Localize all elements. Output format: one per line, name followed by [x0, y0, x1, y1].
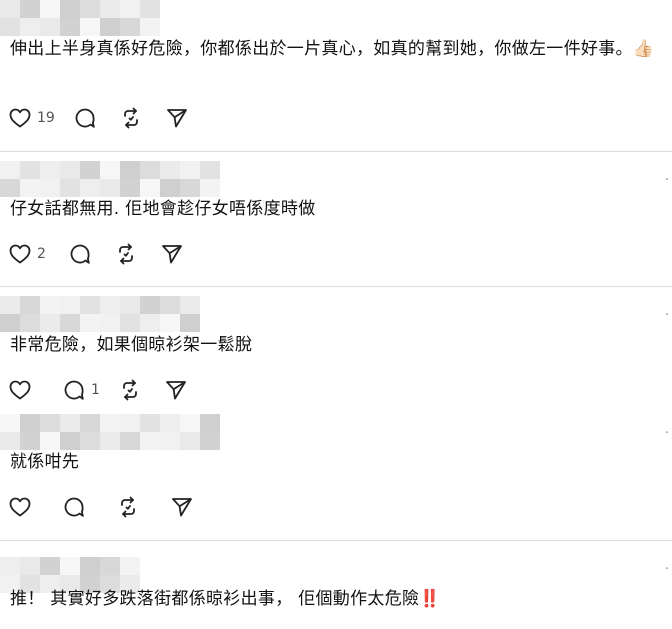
- like-button[interactable]: [8, 494, 32, 520]
- repost-button[interactable]: [119, 105, 143, 131]
- heart-icon: [8, 242, 32, 266]
- vertical-dots-icon[interactable]: ·: [664, 427, 670, 440]
- speech-bubble-icon: [73, 106, 97, 130]
- like-count: 19: [37, 110, 55, 126]
- repost-icon: [114, 242, 138, 266]
- comment-1: 伸出上半身真係好危險，你都係出於一片真心，如真的幫到她，你做左一件好事。👍🏻 1…: [0, 0, 672, 151]
- comment-text: 非常危險，如果個晾衫架一鬆脫: [10, 335, 253, 355]
- thumbs-up-emoji: 👍🏻: [632, 39, 655, 59]
- comment-3: · 非常危險，如果個晾衫架一鬆脫 1: [0, 286, 672, 410]
- like-button[interactable]: 19: [8, 105, 55, 131]
- like-count: 2: [37, 246, 46, 262]
- share-button[interactable]: [164, 377, 188, 403]
- comment-text: 推！ 其實好多跌落街都係晾衫出事， 佢個動作太危險‼️: [10, 589, 441, 609]
- comment-text: 仔女話都無用. 佢地會趁仔女唔係度時做: [10, 199, 316, 219]
- repost-button[interactable]: [116, 494, 140, 520]
- speech-bubble-icon: [68, 242, 92, 266]
- share-button[interactable]: [170, 494, 194, 520]
- reply-button[interactable]: [73, 105, 97, 131]
- repost-icon: [116, 495, 140, 519]
- username-blurred: [0, 296, 200, 332]
- vertical-dots-icon[interactable]: ·: [664, 563, 670, 576]
- speech-bubble-icon: [62, 495, 86, 519]
- vertical-dots-icon[interactable]: ·: [664, 174, 670, 187]
- reply-button[interactable]: [62, 494, 86, 520]
- repost-icon: [119, 106, 143, 130]
- repost-button[interactable]: [114, 241, 138, 267]
- comment-text: 就係咁先: [10, 452, 80, 472]
- share-button[interactable]: [165, 105, 189, 131]
- like-button[interactable]: [8, 377, 32, 403]
- send-icon: [165, 106, 189, 130]
- comment-4: · 就係咁先: [0, 409, 672, 540]
- share-button[interactable]: [160, 241, 184, 267]
- repost-button[interactable]: [118, 377, 142, 403]
- speech-bubble-icon: [62, 378, 86, 402]
- heart-icon: [8, 378, 32, 402]
- comment-text: 伸出上半身真係好危險，你都係出於一片真心，如真的幫到她，你做左一件好事。👍🏻: [10, 39, 655, 59]
- heart-icon: [8, 495, 32, 519]
- comment-actions: 2: [8, 241, 184, 267]
- username-blurred: [0, 161, 220, 197]
- repost-icon: [118, 378, 142, 402]
- comment-actions: 19: [8, 105, 189, 131]
- reply-count: 1: [91, 382, 100, 398]
- comment-5: · 推！ 其實好多跌落街都係晾衫出事， 佢個動作太危險‼️: [0, 540, 672, 629]
- send-icon: [170, 495, 194, 519]
- heart-icon: [8, 106, 32, 130]
- double-exclamation-emoji: ‼️: [419, 589, 441, 609]
- comment-2: · 仔女話都無用. 佢地會趁仔女唔係度時做 2: [0, 151, 672, 287]
- comment-actions: 1: [8, 377, 188, 403]
- reply-button[interactable]: 1: [62, 377, 100, 403]
- send-icon: [160, 242, 184, 266]
- like-button[interactable]: 2: [8, 241, 46, 267]
- username-blurred: [0, 414, 220, 450]
- reply-button[interactable]: [68, 241, 92, 267]
- send-icon: [164, 378, 188, 402]
- username-blurred: [0, 0, 160, 36]
- vertical-dots-icon[interactable]: ·: [664, 309, 670, 322]
- comment-actions: [8, 494, 194, 520]
